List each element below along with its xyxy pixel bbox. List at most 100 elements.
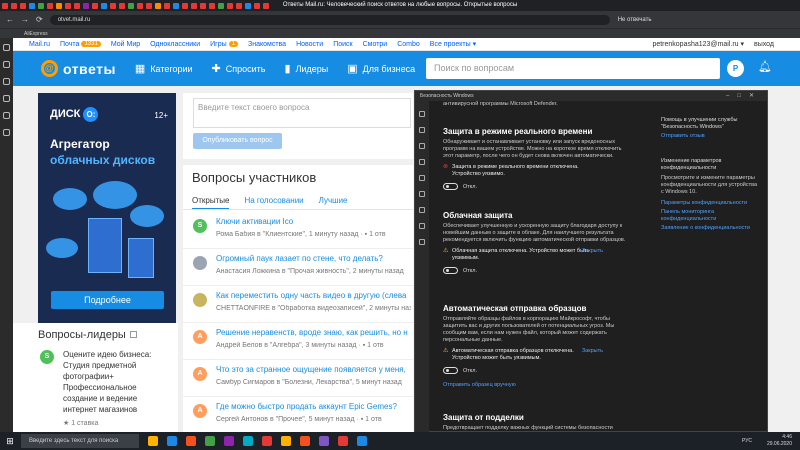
avatar[interactable]: A	[193, 367, 207, 381]
browser-tab-favicon-icon[interactable]	[65, 3, 71, 9]
portal-link[interactable]: Combo	[397, 41, 420, 48]
browser-tab-favicon-icon[interactable]	[74, 3, 80, 9]
browser-tab-favicon-icon[interactable]	[164, 3, 170, 9]
browser-tab-favicon-icon[interactable]	[173, 3, 179, 9]
privacy-settings-link[interactable]: Параметры конфиденциальности	[661, 200, 761, 207]
avatar[interactable]: S	[193, 219, 207, 233]
wifi-icon[interactable]	[419, 175, 425, 181]
windows-start-icon[interactable]: ⊞	[3, 436, 17, 447]
portal-link[interactable]: Смотри	[363, 41, 388, 48]
browser-tab-favicon-icon[interactable]	[20, 3, 26, 9]
portal-link[interactable]: Одноклассники	[150, 41, 200, 48]
person-icon[interactable]	[419, 159, 425, 165]
portal-link[interactable]: Знакомства	[248, 41, 286, 48]
privacy-dashboard-link[interactable]: Панель мониторинга конфиденциальности	[661, 209, 761, 223]
privacy-statement-link[interactable]: Заявление о конфиденциальности	[661, 225, 761, 232]
info-icon[interactable]	[129, 331, 137, 338]
question-row[interactable]: A Что это за странное ощущение появляется…	[183, 359, 413, 397]
taskbar-app-icon[interactable]	[338, 436, 348, 446]
question-row[interactable]: S Ключи активации Ico Рома Бабия в "Клиент…	[183, 211, 413, 249]
portal-link[interactable]: Новости	[296, 41, 323, 48]
taskbar-app-icon[interactable]	[186, 436, 196, 446]
taskbar-app-icon[interactable]	[243, 436, 253, 446]
browser-tab-favicon-icon[interactable]	[83, 3, 89, 9]
ad-more-button[interactable]: Подробнее	[51, 291, 164, 309]
app-icon[interactable]	[3, 95, 10, 102]
ad-banner[interactable]: ДИСК О: 12+ Агрегатор облачных дисков По…	[38, 93, 176, 323]
toggle-switch[interactable]	[443, 367, 458, 374]
tab-voting[interactable]: На голосовании	[244, 196, 303, 210]
question-link[interactable]: Что это за странное ощущение появляется …	[216, 365, 411, 374]
browser-tab-favicon-icon[interactable]	[200, 3, 206, 9]
browser-tab-favicon-icon[interactable]	[38, 3, 44, 9]
avatar[interactable]: P	[727, 60, 744, 77]
browser-tab-favicon-icon[interactable]	[128, 3, 134, 9]
avatar[interactable]	[193, 256, 207, 270]
question-link[interactable]: Ключи активации Ico	[216, 217, 411, 226]
question-row[interactable]: Как переместить одну часть видео в другу…	[183, 285, 413, 323]
manual-sample-link[interactable]: Отправить образец вручную	[443, 382, 633, 388]
toggle-row[interactable]: Откл.	[443, 183, 633, 190]
heart-icon[interactable]	[419, 223, 425, 229]
taskbar-search-input[interactable]: Введите здесь текст для поиска	[21, 434, 139, 448]
taskbar-app-icon[interactable]	[224, 436, 234, 446]
taskbar-app-icon[interactable]	[281, 436, 291, 446]
language-indicator[interactable]: РУС	[742, 438, 752, 444]
browser-tab-favicon-icon[interactable]	[11, 3, 17, 9]
family-icon[interactable]	[419, 239, 425, 245]
browser-tab-favicon-icon[interactable]	[191, 3, 197, 9]
question-link[interactable]: Где можно быстро продать аккаунт Epic Ge…	[216, 402, 411, 411]
bell-icon[interactable]: 🔔︎	[758, 60, 772, 73]
browser-tab-favicon-icon[interactable]	[92, 3, 98, 9]
browser-tab-favicon-icon[interactable]	[137, 3, 143, 9]
logout-link[interactable]: выход	[754, 41, 774, 48]
app-icon[interactable]	[3, 78, 10, 85]
taskbar-app-icon[interactable]	[262, 436, 272, 446]
app-icon[interactable]	[3, 129, 10, 136]
app-icon[interactable]	[3, 61, 10, 68]
dismiss-link[interactable]: Закрыть	[582, 248, 603, 255]
portal-link[interactable]: Почта	[60, 41, 79, 48]
app-icon[interactable]	[419, 191, 425, 197]
portal-link[interactable]: Поиск	[333, 41, 352, 48]
otvety-logo[interactable]: @ ответы	[41, 60, 116, 77]
browser-tab-favicon-icon[interactable]	[29, 3, 35, 9]
browser-tab-favicon-icon[interactable]	[236, 3, 242, 9]
avatar[interactable]: A	[193, 404, 207, 418]
tab-open[interactable]: Открытые	[192, 196, 230, 210]
toggle-row[interactable]: Откл.	[443, 367, 633, 374]
nav-business[interactable]: ▣ Для бизнеса	[347, 62, 415, 75]
browser-tab-favicon-icon[interactable]	[155, 3, 161, 9]
app-icon[interactable]	[3, 44, 10, 51]
menu-icon[interactable]	[419, 111, 425, 117]
avatar[interactable]: S	[40, 350, 54, 364]
url-input[interactable]: otvet.mail.ru	[49, 14, 610, 25]
nav-leaders[interactable]: ▮ Лидеры	[285, 62, 329, 75]
browser-tab-favicon-icon[interactable]	[146, 3, 152, 9]
nav-ask[interactable]: ✚ Спросить	[212, 62, 266, 75]
taskbar-app-icon[interactable]	[319, 436, 329, 446]
back-icon[interactable]: ←	[6, 15, 14, 24]
browser-tab-favicon-icon[interactable]	[2, 3, 8, 9]
forward-icon[interactable]: →	[21, 15, 29, 24]
leader-question-link[interactable]: Оцените идею бизнеса: Студия предметной …	[63, 349, 173, 415]
user-email-link[interactable]: petrenkopasha123@mail.ru ▾	[652, 41, 744, 48]
browser-tab-favicon-icon[interactable]	[110, 3, 116, 9]
toggle-switch[interactable]	[443, 183, 458, 190]
browser-tab-favicon-icon[interactable]	[119, 3, 125, 9]
avatar[interactable]: A	[193, 330, 207, 344]
laptop-icon[interactable]	[419, 207, 425, 213]
toggle-row[interactable]: Откл.	[443, 267, 633, 274]
browser-tab-favicon-icon[interactable]	[56, 3, 62, 9]
clock[interactable]: 4:46 29.06.2020	[767, 434, 792, 448]
taskbar-app-icon[interactable]	[148, 436, 158, 446]
browser-tab-favicon-icon[interactable]	[101, 3, 107, 9]
browser-tab-favicon-icon[interactable]	[227, 3, 233, 9]
question-row[interactable]: A Решение неравенств, вроде знаю, как реш…	[183, 322, 413, 360]
toggle-switch[interactable]	[443, 267, 458, 274]
taskbar-app-icon[interactable]	[357, 436, 367, 446]
question-row[interactable]: A Где можно быстро продать аккаунт Epic G…	[183, 396, 413, 434]
question-link[interactable]: Решение неравенств, вроде знаю, как реши…	[216, 328, 411, 337]
question-link[interactable]: Как переместить одну часть видео в другу…	[216, 291, 411, 300]
avatar[interactable]	[193, 293, 207, 307]
